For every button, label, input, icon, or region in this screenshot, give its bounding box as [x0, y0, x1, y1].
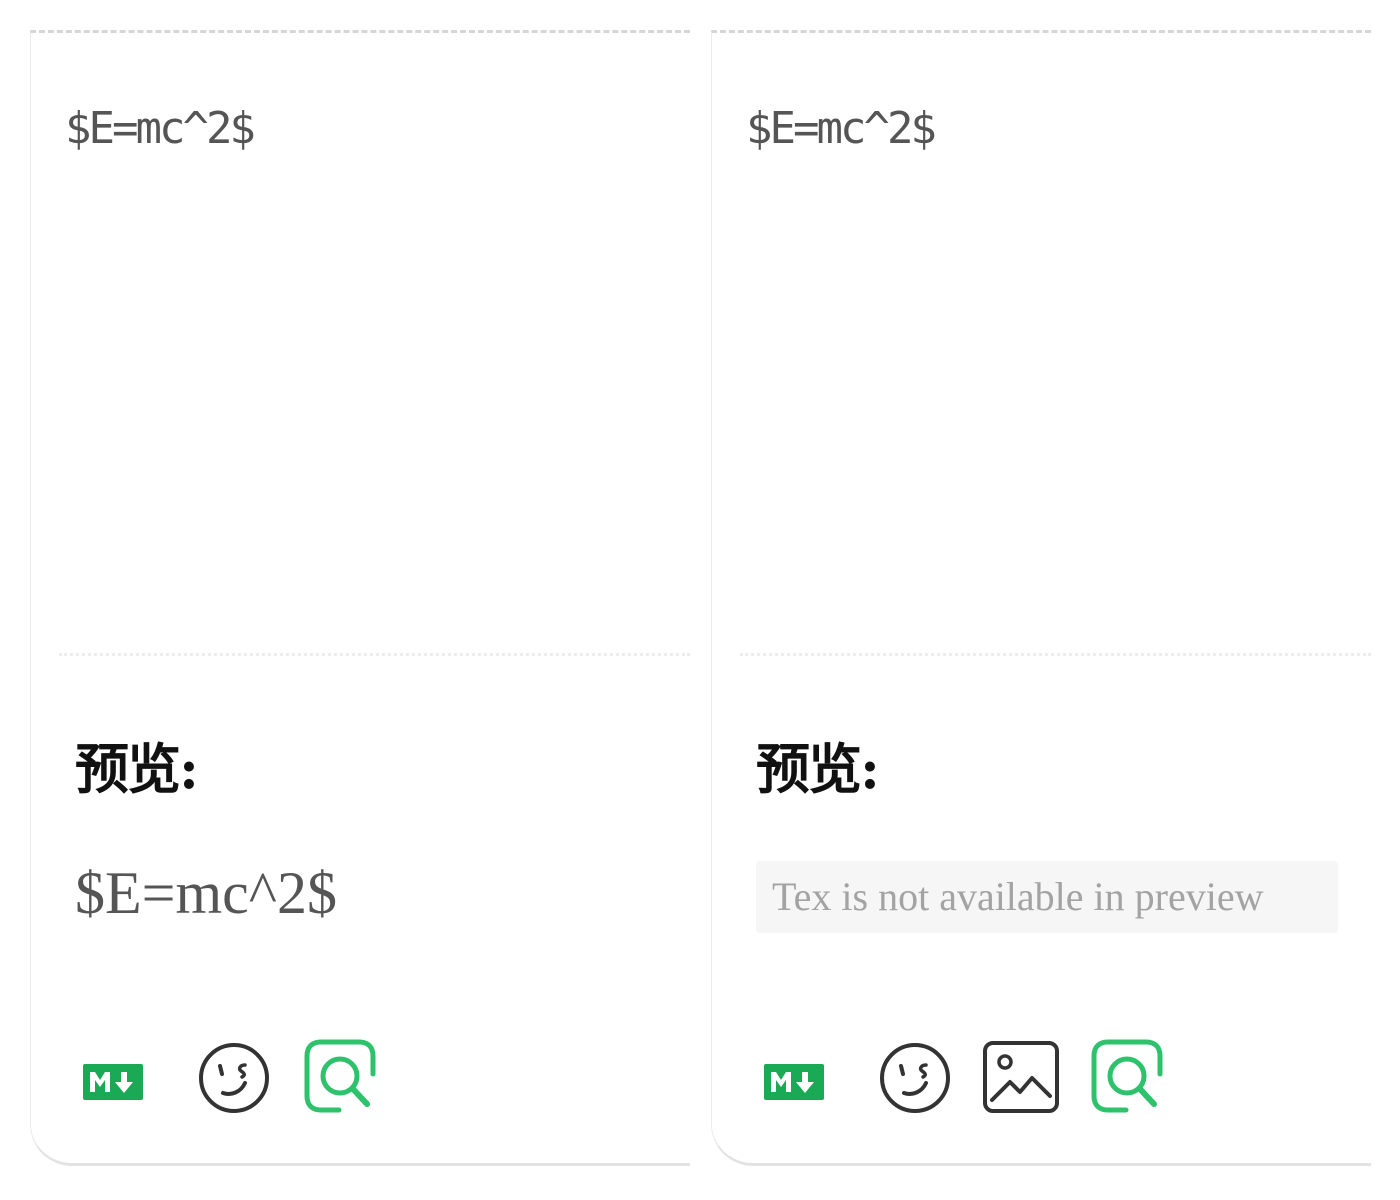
markdown-icon[interactable] [762, 1062, 826, 1102]
editor-textarea[interactable]: $E=mc^2$ [65, 103, 256, 154]
preview-icon[interactable] [1090, 1038, 1166, 1114]
editor-toolbar [31, 1038, 690, 1118]
emoji-icon[interactable] [878, 1041, 952, 1115]
emoji-icon[interactable] [197, 1041, 271, 1115]
editor-divider [740, 653, 1371, 656]
markdown-icon[interactable] [81, 1062, 145, 1102]
editor-divider [59, 653, 690, 656]
preview-content: $E=mc^2$ [75, 860, 337, 926]
comment-editor-comparison: $E=mc^2$ 预览: $E=mc^2$ $E=mc^2$ 预览: Tex i… [0, 0, 1400, 1200]
comment-editor-right: $E=mc^2$ 预览: Tex is not available in pre… [711, 30, 1371, 1166]
preview-icon[interactable] [303, 1038, 379, 1114]
preview-label: 预览: [75, 737, 199, 801]
preview-label: 预览: [756, 737, 880, 801]
image-icon[interactable] [982, 1040, 1060, 1114]
comment-editor-left: $E=mc^2$ 预览: $E=mc^2$ [30, 30, 690, 1166]
editor-textarea[interactable]: $E=mc^2$ [746, 103, 937, 154]
tex-unavailable-note: Tex is not available in preview [756, 861, 1338, 933]
editor-toolbar [712, 1038, 1371, 1118]
